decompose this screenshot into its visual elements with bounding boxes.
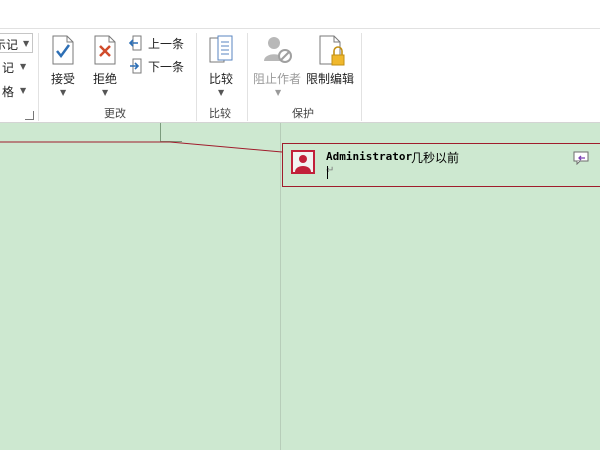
comment-balloon[interactable]: Administrator 几秒以前 ↵ (282, 143, 600, 187)
comment-connector (0, 141, 283, 153)
user-avatar-icon (293, 152, 313, 172)
avatar (291, 150, 315, 174)
text-cursor (327, 166, 328, 179)
comment-author: Administrator (326, 150, 413, 163)
comment-timestamp: 几秒以前 (411, 151, 460, 165)
reply-comment-icon[interactable] (573, 151, 589, 165)
